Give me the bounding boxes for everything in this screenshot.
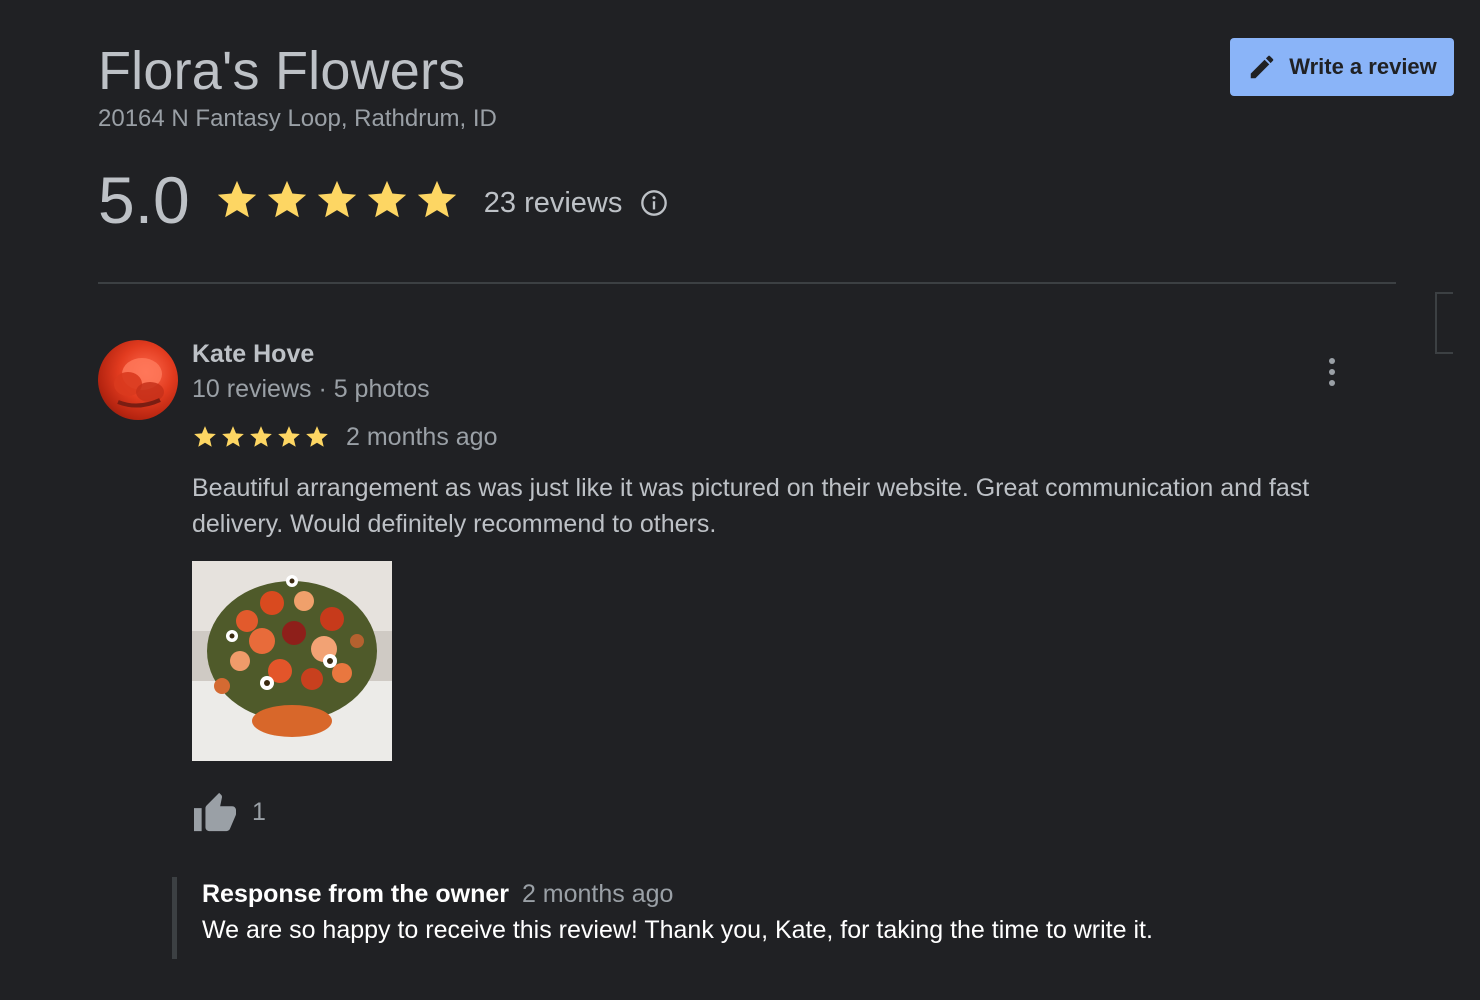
star-icon <box>217 180 256 218</box>
review-count: 23 reviews <box>483 186 623 219</box>
star-icon <box>250 426 272 447</box>
pencil-icon <box>1250 55 1274 79</box>
reviewer-name[interactable]: Kate Hove <box>192 340 314 369</box>
business-address: 20164 N Fantasy Loop, Rathdrum, ID <box>98 105 497 132</box>
review-text: Beautiful arrangement as was just like i… <box>192 474 1310 538</box>
star-icon <box>306 426 328 447</box>
owner-response-text: We are so happy to receive this review! … <box>202 916 1153 944</box>
business-name: Flora's Flowers <box>98 41 466 101</box>
scroll-handle[interactable] <box>1435 292 1453 354</box>
avatar[interactable] <box>98 340 178 420</box>
owner-response-label: Response from the owner <box>202 880 509 908</box>
average-rating: 5.0 <box>98 163 190 237</box>
star-icon <box>222 426 244 447</box>
star-icon <box>367 180 406 218</box>
divider <box>98 282 1396 284</box>
reviewer-meta: 10 reviews · 5 photos <box>192 375 430 403</box>
owner-response: Response from the owner 2 months ago We … <box>172 877 1372 959</box>
star-icon <box>194 426 216 447</box>
dot <box>1329 358 1335 364</box>
star-icon <box>317 180 356 218</box>
rating-summary: 5.0 23 reviews <box>98 164 668 236</box>
rose-photo-icon <box>114 358 164 408</box>
reviews-panel: Flora's Flowers 20164 N Fantasy Loop, Ra… <box>0 0 1480 1000</box>
dot <box>1329 380 1335 386</box>
write-review-label: Write a review <box>1289 54 1437 79</box>
star-icon <box>267 180 306 218</box>
review-date: 2 months ago <box>346 422 498 451</box>
review-rating-row: 2 months ago <box>192 421 498 453</box>
star-icon <box>278 426 300 447</box>
average-rating-stars <box>214 177 464 223</box>
owner-response-date: 2 months ago <box>521 880 674 908</box>
thumbs-up-icon[interactable] <box>192 791 238 833</box>
like-row: 1 <box>192 790 266 834</box>
owner-response-heading: Response from the owner 2 months ago <box>202 877 1372 911</box>
review-stars <box>192 424 332 450</box>
review-photo[interactable] <box>192 561 392 761</box>
write-review-button[interactable]: Write a review <box>1230 38 1454 96</box>
like-count: 1 <box>252 797 266 826</box>
dot <box>1329 369 1335 375</box>
more-vert-icon[interactable] <box>1316 354 1348 390</box>
info-icon[interactable] <box>640 189 668 217</box>
flower-arrangement-photo <box>192 561 392 761</box>
star-icon <box>417 180 456 218</box>
